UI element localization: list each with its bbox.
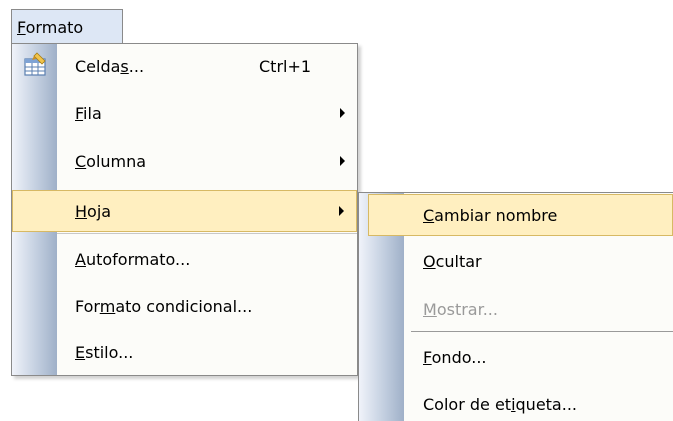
submenu-item-cambiar-nombre-label: Cambiar nombre — [423, 205, 558, 225]
submenu-item-fondo[interactable]: Fondo... — [359, 336, 673, 378]
excel-format-menu-screenshot: Formato Celdas... Ctrl+1 Fila Columna Ho… — [0, 0, 673, 421]
menu-item-autoformato-label: Autoformato... — [75, 249, 191, 269]
submenu-item-ocultar[interactable]: Ocultar — [359, 240, 673, 282]
menu-separator — [57, 233, 357, 234]
menu-item-celdas[interactable]: Celdas... Ctrl+1 — [12, 45, 357, 87]
formato-dropdown: Celdas... Ctrl+1 Fila Columna Hoja Autof… — [11, 43, 358, 376]
submenu-item-color-etiqueta-label: Color de etiqueta... — [423, 394, 577, 414]
menu-item-celdas-shortcut: Ctrl+1 — [259, 56, 312, 76]
menu-item-columna-label: Columna — [75, 151, 147, 171]
submenu-arrow-icon — [339, 206, 344, 216]
menu-item-hoja[interactable]: Hoja — [12, 190, 357, 232]
submenu-separator — [411, 331, 673, 332]
menu-item-estilo-label: Estilo... — [75, 342, 134, 362]
menu-item-formato-condicional[interactable]: Formato condicional... — [12, 285, 357, 327]
menu-formato[interactable]: Formato — [11, 9, 123, 44]
submenu-item-mostrar-label: Mostrar... — [423, 299, 498, 319]
submenu-item-cambiar-nombre[interactable]: Cambiar nombre — [368, 194, 673, 236]
menu-item-fila-label: Fila — [75, 103, 102, 123]
submenu-item-mostrar[interactable]: Mostrar... — [359, 288, 673, 330]
submenu-item-color-etiqueta[interactable]: Color de etiqueta... — [359, 383, 673, 421]
menu-item-formato-condicional-label: Formato condicional... — [75, 296, 253, 316]
menu-formato-label: Formato — [17, 17, 84, 37]
menu-item-estilo[interactable]: Estilo... — [12, 331, 357, 373]
submenu-arrow-icon — [340, 156, 345, 166]
menu-item-celdas-label: Celdas... — [75, 56, 145, 76]
hoja-submenu: Cambiar nombre Ocultar Mostrar... Fondo.… — [358, 192, 673, 421]
format-cells-icon — [24, 52, 46, 76]
submenu-item-ocultar-label: Ocultar — [423, 251, 482, 271]
menu-item-columna[interactable]: Columna — [12, 140, 357, 182]
submenu-arrow-icon — [340, 108, 345, 118]
menu-item-hoja-label: Hoja — [75, 201, 112, 221]
menu-item-autoformato[interactable]: Autoformato... — [12, 238, 357, 280]
submenu-item-fondo-label: Fondo... — [423, 347, 487, 367]
menu-item-fila[interactable]: Fila — [12, 92, 357, 134]
